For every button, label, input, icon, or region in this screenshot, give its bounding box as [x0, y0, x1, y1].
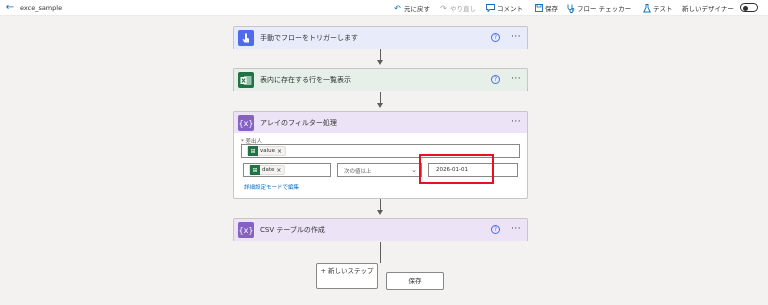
- comment-label: コメント: [497, 5, 523, 13]
- save-icon: [534, 4, 543, 13]
- new-designer-toggle[interactable]: [740, 3, 758, 12]
- test-label: テスト: [653, 5, 673, 13]
- advanced-mode-link[interactable]: 詳細設定モードで編集: [244, 183, 299, 191]
- condition-left-input[interactable]: ⊞ date ×: [243, 163, 331, 177]
- stethoscope-icon: [566, 4, 575, 13]
- data-operation-icon: {x}: [238, 222, 254, 238]
- remove-token-icon[interactable]: ×: [277, 148, 282, 155]
- excel-icon: ⊞: [248, 146, 258, 156]
- touch-icon: [238, 30, 254, 46]
- connector-arrow-icon: [377, 60, 383, 65]
- help-icon[interactable]: ?: [491, 225, 500, 234]
- token-label: value: [260, 148, 276, 154]
- excel-icon: ⊞: [250, 165, 260, 175]
- redo-button[interactable]: ↷ やり直し: [439, 2, 476, 14]
- step-card-create-csv[interactable]: {x} CSV テーブルの作成 ? ···: [233, 218, 528, 241]
- step-header[interactable]: 手動でフローをトリガーします ? ···: [234, 27, 527, 49]
- flow-checker-label: フロー チェッカー: [577, 5, 632, 13]
- save-label: 保存: [545, 5, 558, 13]
- connector-arrow-icon: [377, 103, 383, 108]
- more-options-icon[interactable]: ···: [511, 224, 521, 234]
- dynamic-content-token[interactable]: ⊞ value ×: [247, 146, 287, 156]
- test-button[interactable]: テスト: [642, 2, 673, 14]
- step-title: 表内に存在する行を一覧表示: [260, 76, 351, 84]
- remove-token-icon[interactable]: ×: [276, 167, 281, 174]
- connector-arrow-icon: [377, 210, 383, 215]
- token-label: date: [262, 167, 275, 173]
- top-toolbar: ← exce_sample ↶ 元に戻す ↷ やり直し コメント 保存 フロー …: [0, 0, 768, 16]
- step-header[interactable]: {x} CSV テーブルの作成 ? ···: [234, 219, 527, 241]
- help-icon[interactable]: ?: [491, 33, 500, 42]
- redo-icon: ↷: [440, 3, 447, 13]
- step-header[interactable]: {x} アレイのフィルター処理 ···: [234, 112, 527, 133]
- chevron-down-icon: ⌄: [411, 166, 417, 174]
- back-arrow-icon[interactable]: ←: [4, 2, 16, 14]
- comment-button[interactable]: コメント: [486, 2, 523, 14]
- flask-icon: [642, 3, 651, 13]
- new-designer-label: 新しいデザイナー: [682, 2, 734, 14]
- comment-icon: [486, 4, 495, 13]
- step-header[interactable]: 表内に存在する行を一覧表示 ? ···: [234, 69, 527, 91]
- more-options-icon[interactable]: ···: [511, 74, 521, 84]
- red-highlight-annotation: [419, 154, 494, 184]
- new-step-button[interactable]: + 新しいステップ: [316, 263, 378, 289]
- step-title: アレイのフィルター処理: [260, 119, 337, 127]
- excel-icon: [238, 72, 254, 88]
- help-icon[interactable]: ?: [491, 75, 500, 84]
- connector-line: [380, 242, 381, 263]
- flow-checker-button[interactable]: フロー チェッカー: [566, 2, 631, 14]
- step-title: CSV テーブルの作成: [260, 226, 325, 234]
- operator-value: 次の値以上: [344, 169, 372, 175]
- step-card-manual-trigger[interactable]: 手動でフローをトリガーします ? ···: [233, 26, 528, 49]
- save-button[interactable]: 保存: [386, 272, 444, 290]
- step-card-list-rows[interactable]: 表内に存在する行を一覧表示 ? ···: [233, 68, 528, 91]
- undo-icon: ↶: [394, 3, 401, 13]
- more-options-icon[interactable]: ···: [511, 117, 521, 127]
- redo-label: やり直し: [450, 5, 476, 13]
- undo-button[interactable]: ↶ 元に戻す: [393, 2, 430, 14]
- step-title: 手動でフローをトリガーします: [260, 34, 358, 42]
- new-designer-text: 新しいデザイナー: [682, 5, 734, 13]
- undo-label: 元に戻す: [404, 5, 430, 13]
- more-options-icon[interactable]: ···: [511, 32, 521, 42]
- operator-dropdown[interactable]: 次の値以上 ⌄: [337, 163, 422, 177]
- dynamic-content-token[interactable]: ⊞ date ×: [249, 165, 286, 175]
- data-operation-icon: {x}: [238, 115, 254, 131]
- flow-name: exce_sample: [20, 4, 63, 12]
- save-toolbar-button[interactable]: 保存: [534, 2, 558, 14]
